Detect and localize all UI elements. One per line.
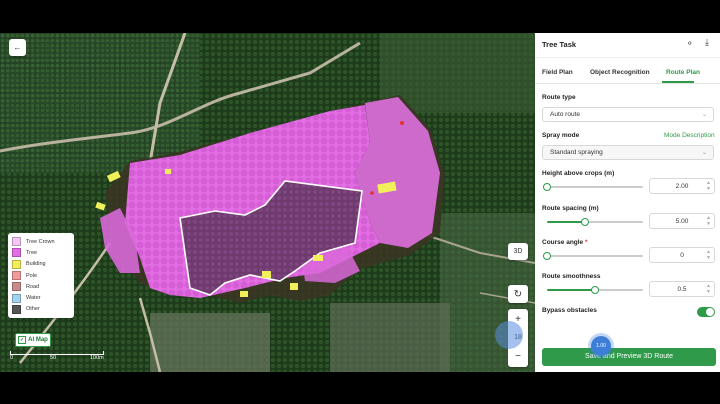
spacing-input[interactable]: 5.00 ▲ ▼: [649, 213, 715, 229]
bypass-obstacles-toggle[interactable]: [697, 307, 715, 317]
refresh-icon: ↻: [513, 288, 523, 300]
height-label: Height above crops (m): [542, 170, 615, 177]
legend-swatch: [12, 304, 21, 314]
legend-item-tree-crown: Tree Crown: [12, 236, 70, 247]
back-button[interactable]: ←: [9, 39, 26, 56]
slider-thumb[interactable]: [543, 183, 551, 191]
smoothness-label: Route smoothness: [542, 273, 601, 280]
chevron-down-icon: ⌄: [701, 150, 707, 156]
view-3d-label: 3D: [513, 248, 523, 255]
chevron-down-icon: ⌄: [701, 112, 707, 118]
scale-label-50: 50: [50, 355, 57, 361]
spray-mode-select[interactable]: Standard spraying ⌄: [542, 145, 714, 160]
scale-label-100m: 100m: [90, 355, 104, 361]
satellite-map: [0, 33, 535, 372]
scale-label-0: 0: [10, 355, 14, 361]
legend-label: Building: [26, 261, 46, 268]
drone-badge-label: 1.00: [596, 343, 606, 349]
app-window: ← Tree Crown Tree Building Pole Road Wat…: [0, 33, 720, 372]
tab-field-plan[interactable]: Field Plan: [542, 69, 573, 76]
map-view[interactable]: ← Tree Crown Tree Building Pole Road Wat…: [0, 33, 535, 372]
drone-marker: [495, 321, 523, 349]
route-type-value: Auto route: [550, 111, 580, 118]
legend-label: Road: [26, 283, 40, 290]
legend-swatch: [12, 237, 21, 247]
slider-thumb[interactable]: [543, 252, 551, 260]
smoothness-input[interactable]: 0.5 ▲ ▼: [649, 281, 715, 297]
ai-map-label: AI Map: [28, 337, 48, 343]
slider-thumb[interactable]: [591, 286, 599, 294]
legend-label: Water: [26, 295, 41, 302]
spray-mode-value: Standard spraying: [550, 149, 603, 156]
slider-track: [547, 186, 643, 188]
legend-swatch: [12, 271, 21, 281]
height-input[interactable]: 2.00 ▲ ▼: [649, 178, 715, 194]
tab-route-plan[interactable]: Route Plan: [666, 69, 700, 76]
mode-description-link[interactable]: Mode Description: [664, 132, 715, 139]
save-preview-button[interactable]: Save and Preview 3D Route: [542, 348, 716, 366]
legend-swatch: [12, 259, 21, 269]
slider-thumb[interactable]: [581, 218, 590, 226]
course-angle-slider[interactable]: [543, 250, 643, 262]
legend-item-building: Building: [12, 259, 70, 270]
legend-label: Tree Crown: [26, 238, 55, 245]
checkbox-icon: ✓: [18, 336, 27, 344]
legend-swatch: [12, 293, 21, 303]
zoom-out-button[interactable]: −: [515, 351, 521, 362]
map-scale-bar: 0 50 100m: [10, 348, 105, 362]
ai-map-toggle[interactable]: ✓ AI Map: [15, 333, 51, 347]
smoothness-slider[interactable]: [547, 284, 643, 296]
panel-header: Tree Task ⚬ ⤓: [535, 33, 720, 58]
stepper-icon[interactable]: ▲ ▼: [706, 180, 711, 192]
route-type-select[interactable]: Auto route ⌄: [542, 107, 714, 122]
slider-track: [547, 255, 643, 257]
legend-label: Pole: [26, 272, 38, 279]
download-icon[interactable]: ⤓: [705, 37, 709, 48]
legend-swatch: [12, 248, 21, 258]
reset-view-button[interactable]: ↻: [508, 285, 528, 303]
legend-item-road: Road: [12, 281, 70, 292]
legend-label: Other: [26, 306, 40, 313]
legend-label: Tree: [26, 249, 38, 256]
toggle-knob: [706, 308, 714, 316]
spacing-label: Route spacing (m): [542, 205, 599, 212]
bypass-obstacles-label: Bypass obstacles: [542, 307, 597, 314]
panel-title: Tree Task: [542, 40, 577, 49]
map-legend: Tree Crown Tree Building Pole Road Water…: [8, 233, 74, 319]
slider-fill: [547, 221, 586, 223]
route-panel: Tree Task ⚬ ⤓ Field Plan Object Recognit…: [535, 33, 720, 372]
stepper-icon[interactable]: ▲ ▼: [706, 215, 711, 227]
spacing-value: 5.00: [675, 218, 689, 225]
arrow-left-icon: ←: [13, 43, 22, 52]
drone-badge: 1.00: [591, 336, 611, 356]
view-3d-button[interactable]: 3D: [508, 243, 528, 260]
legend-swatch: [12, 282, 21, 292]
tab-object-recognition[interactable]: Object Recognition: [590, 69, 650, 76]
stepper-icon[interactable]: ▲ ▼: [706, 249, 711, 261]
active-tab-indicator: [662, 81, 694, 83]
share-icon[interactable]: ⚬: [686, 38, 694, 49]
legend-item-pole: Pole: [12, 270, 70, 281]
stepper-icon[interactable]: ▲ ▼: [706, 283, 711, 295]
smoothness-value: 0.5: [677, 286, 687, 293]
height-slider[interactable]: [543, 181, 643, 193]
required-marker: *: [585, 239, 588, 246]
height-value: 2.00: [675, 183, 689, 190]
spacing-slider[interactable]: [547, 216, 643, 228]
slider-fill: [547, 289, 595, 291]
legend-item-tree: Tree: [12, 247, 70, 258]
route-type-label: Route type: [542, 94, 576, 101]
course-angle-label: Course angle *: [542, 239, 588, 246]
course-angle-input[interactable]: 0 ▲ ▼: [649, 247, 715, 263]
course-angle-text: Course angle: [542, 239, 584, 246]
panel-tabs: Field Plan Object Recognition Route Plan: [535, 63, 720, 84]
legend-item-water: Water: [12, 292, 70, 303]
course-angle-value: 0: [680, 252, 684, 259]
legend-item-other: Other: [12, 304, 70, 315]
spray-mode-label: Spray mode: [542, 132, 580, 139]
